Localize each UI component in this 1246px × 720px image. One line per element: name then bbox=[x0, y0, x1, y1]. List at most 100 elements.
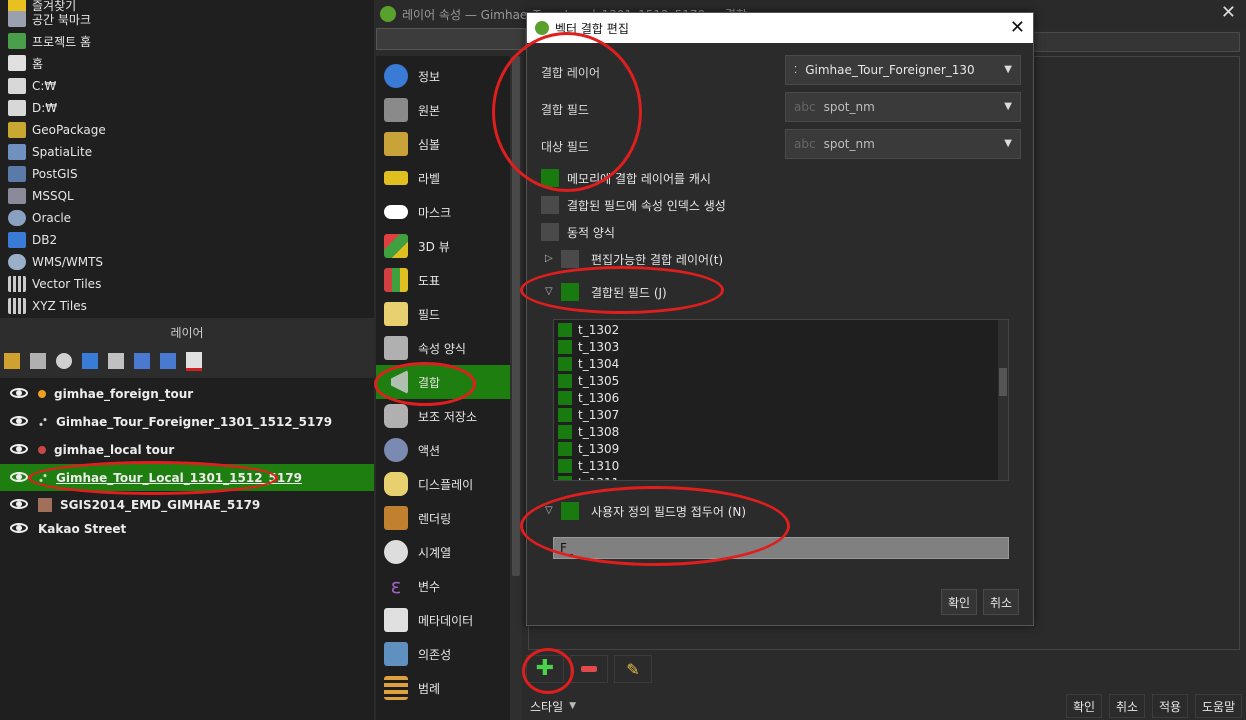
field-checkbox[interactable] bbox=[558, 390, 572, 405]
list-item[interactable]: t_1303 bbox=[558, 338, 619, 355]
join-ok-button[interactable]: 확인 bbox=[941, 589, 978, 615]
prefix-input[interactable]: F_ bbox=[553, 537, 1009, 559]
field-checkbox[interactable] bbox=[558, 475, 572, 480]
style-manager-icon[interactable] bbox=[4, 353, 20, 369]
list-item[interactable]: t_1311 bbox=[558, 474, 619, 480]
field-checkbox[interactable] bbox=[558, 407, 572, 422]
edit-join-button[interactable]: ✎ bbox=[614, 655, 652, 683]
index-checkbox[interactable] bbox=[541, 196, 559, 214]
layer-row[interactable]: gimhae_local tour bbox=[0, 436, 374, 463]
browser-item-spatialite[interactable]: SpatiaLite bbox=[8, 141, 92, 163]
dynamic-form-checkbox[interactable] bbox=[541, 223, 559, 241]
browser-item-mssql[interactable]: MSSQL bbox=[8, 185, 74, 207]
nav-item-symbology[interactable]: 심볼 bbox=[376, 127, 510, 161]
join-cancel-button[interactable]: 취소 bbox=[983, 589, 1020, 615]
list-item[interactable]: t_1304 bbox=[558, 355, 619, 372]
field-checkbox[interactable] bbox=[558, 356, 572, 371]
layer-row[interactable]: Gimhae_Tour_Foreigner_1301_1512_5179 bbox=[0, 408, 374, 435]
collapse-arrow-icon[interactable]: ▽ bbox=[545, 505, 553, 516]
list-item[interactable]: t_1310 bbox=[558, 457, 619, 474]
nav-item-legend[interactable]: 범례 bbox=[376, 671, 510, 705]
field-checkbox[interactable] bbox=[558, 373, 572, 388]
close-icon[interactable]: ✕ bbox=[1221, 2, 1236, 23]
layer-row-selected[interactable]: Gimhae_Tour_Local_1301_1512_5179 bbox=[0, 464, 374, 491]
nav-item-diagrams[interactable]: 도표 bbox=[376, 263, 510, 297]
list-item[interactable]: t_1308 bbox=[558, 423, 619, 440]
ok-button[interactable]: 확인 bbox=[1066, 694, 1103, 718]
eye-icon[interactable] bbox=[10, 415, 30, 428]
nav-item-attributes-form[interactable]: 속성 양식 bbox=[376, 331, 510, 365]
remove-layer-icon[interactable] bbox=[186, 351, 202, 371]
eye-icon[interactable] bbox=[10, 522, 30, 535]
layer-row[interactable]: gimhae_foreign_tour bbox=[0, 380, 374, 407]
apply-button[interactable]: 적용 bbox=[1152, 694, 1189, 718]
joined-fields-list[interactable]: t_1302 t_1303 t_1304 t_1305 t_1306 t_130… bbox=[553, 319, 1009, 481]
nav-item-masks[interactable]: 마스크 bbox=[376, 195, 510, 229]
cache-checkbox[interactable] bbox=[541, 169, 559, 187]
eye-icon[interactable] bbox=[10, 471, 30, 484]
browser-item-project-home[interactable]: 프로젝트 홈 bbox=[8, 30, 91, 52]
nav-item-labels[interactable]: 라벨 bbox=[376, 161, 510, 195]
nav-item-display[interactable]: 디스플레이 bbox=[376, 467, 510, 501]
nav-item-temporal[interactable]: 시계열 bbox=[376, 535, 510, 569]
nav-item-3d-view[interactable]: 3D 뷰 bbox=[376, 229, 510, 263]
target-field-select[interactable]: abc spot_nm ▼ bbox=[785, 129, 1021, 159]
browser-item-db2[interactable]: DB2 bbox=[8, 229, 57, 251]
list-item[interactable]: t_1305 bbox=[558, 372, 619, 389]
list-item[interactable]: t_1302 bbox=[558, 321, 619, 338]
nav-item-source[interactable]: 원본 bbox=[376, 93, 510, 127]
collapse-all-icon[interactable] bbox=[160, 353, 176, 369]
expand-all-icon[interactable] bbox=[134, 353, 150, 369]
style-menu-button[interactable]: 스타일 ▼ bbox=[530, 695, 590, 717]
help-button[interactable]: 도움말 bbox=[1195, 694, 1243, 718]
scrollbar-thumb[interactable] bbox=[512, 56, 520, 576]
fields-scrollbar[interactable] bbox=[998, 320, 1008, 480]
joined-fields-checkbox[interactable] bbox=[561, 283, 579, 301]
eye-icon[interactable] bbox=[10, 387, 30, 400]
nav-item-rendering[interactable]: 렌더링 bbox=[376, 501, 510, 535]
browser-item-c-drive[interactable]: C:₩ bbox=[8, 75, 56, 97]
field-checkbox[interactable] bbox=[558, 322, 572, 337]
field-checkbox[interactable] bbox=[558, 339, 572, 354]
nav-item-dependencies[interactable]: 의존성 bbox=[376, 637, 510, 671]
layer-row[interactable]: SGIS2014_EMD_GIMHAE_5179 bbox=[0, 491, 374, 518]
layer-row[interactable]: Kakao Street bbox=[0, 515, 374, 542]
add-join-button[interactable]: ✚ bbox=[526, 655, 564, 683]
eye-icon[interactable] bbox=[10, 498, 30, 511]
filter-by-expression-icon[interactable] bbox=[108, 353, 124, 369]
browser-item-oracle[interactable]: Oracle bbox=[8, 207, 71, 229]
field-checkbox[interactable] bbox=[558, 458, 572, 473]
field-checkbox[interactable] bbox=[558, 441, 572, 456]
remove-join-button[interactable] bbox=[570, 655, 608, 683]
browser-item-xyz-tiles[interactable]: XYZ Tiles bbox=[8, 295, 87, 317]
browser-item-postgis[interactable]: PostGIS bbox=[8, 163, 78, 185]
editable-join-checkbox[interactable] bbox=[561, 250, 579, 268]
eye-icon[interactable] bbox=[10, 443, 30, 456]
nav-item-information[interactable]: 정보 bbox=[376, 59, 510, 93]
visibility-icon[interactable] bbox=[56, 353, 72, 369]
filter-icon[interactable] bbox=[82, 353, 98, 369]
browser-item-home[interactable]: 홈 bbox=[8, 52, 43, 74]
browser-item-d-drive[interactable]: D:₩ bbox=[8, 97, 57, 119]
nav-item-metadata[interactable]: 메타데이터 bbox=[376, 603, 510, 637]
close-icon[interactable]: ✕ bbox=[1010, 17, 1025, 38]
nav-item-fields[interactable]: 필드 bbox=[376, 297, 510, 331]
field-checkbox[interactable] bbox=[558, 424, 572, 439]
nav-search-input[interactable] bbox=[376, 28, 526, 50]
browser-item-geopackage[interactable]: GeoPackage bbox=[8, 119, 106, 141]
list-item[interactable]: t_1306 bbox=[558, 389, 619, 406]
browser-item-spatial-bookmarks[interactable]: 공간 북마크 bbox=[8, 8, 91, 30]
nav-item-auxiliary-storage[interactable]: 보조 저장소 bbox=[376, 399, 510, 433]
browser-item-wms[interactable]: WMS/WMTS bbox=[8, 251, 103, 273]
cancel-button[interactable]: 취소 bbox=[1109, 694, 1146, 718]
custom-prefix-checkbox[interactable] bbox=[561, 502, 579, 520]
nav-item-actions[interactable]: 액션 bbox=[376, 433, 510, 467]
join-field-select[interactable]: abc spot_nm ▼ bbox=[785, 92, 1021, 122]
nav-item-variables[interactable]: ε 변수 bbox=[376, 569, 510, 603]
nav-item-joins[interactable]: 결합 bbox=[376, 365, 510, 399]
add-group-icon[interactable] bbox=[30, 353, 46, 369]
browser-item-vector-tiles[interactable]: Vector Tiles bbox=[8, 273, 101, 295]
expand-arrow-icon[interactable]: ▷ bbox=[545, 253, 553, 264]
collapse-arrow-icon[interactable]: ▽ bbox=[545, 286, 553, 297]
list-item[interactable]: t_1309 bbox=[558, 440, 619, 457]
